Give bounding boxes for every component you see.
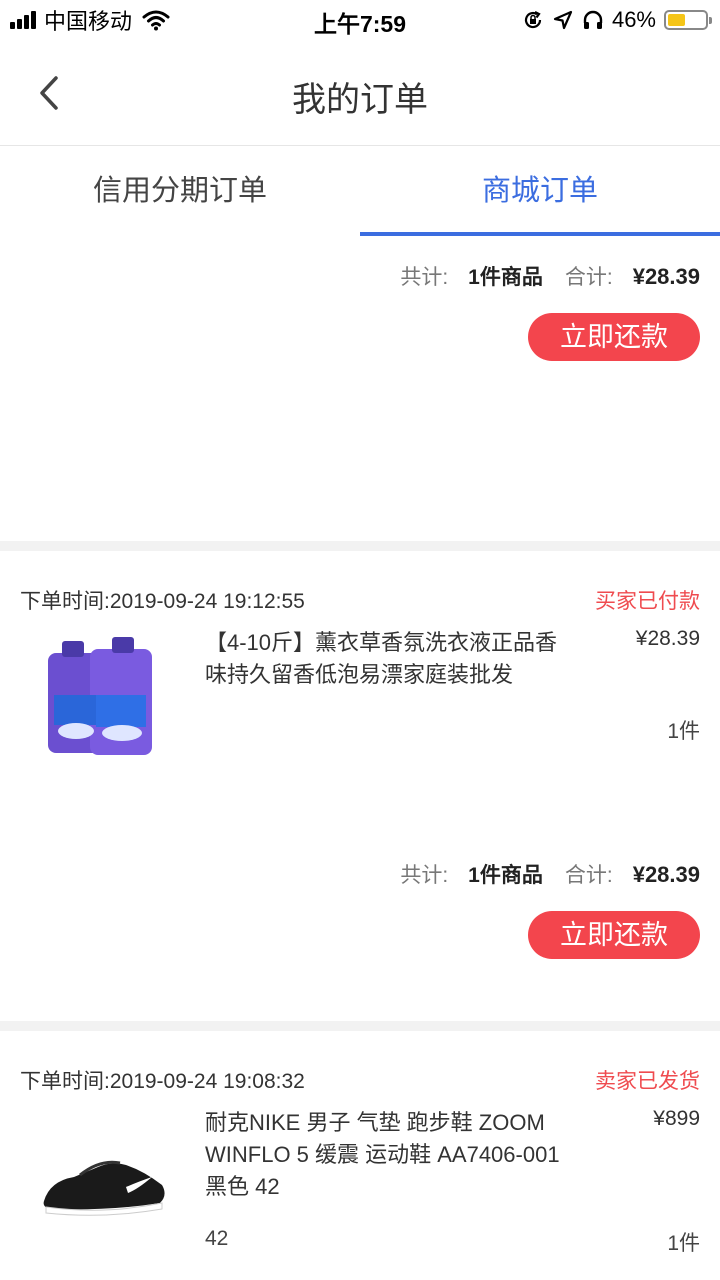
nav-bar: 我的订单 — [0, 40, 720, 146]
product-price: ¥899 — [653, 1107, 700, 1130]
rotation-lock-icon — [524, 11, 542, 29]
order-status: 卖家已发货 — [595, 1070, 700, 1093]
laundry-detergent-image — [48, 637, 152, 755]
repay-now-button[interactable]: 立即还款 — [528, 911, 700, 959]
order-time: 下单时间:2019-09-24 19:12:55 — [20, 590, 305, 613]
item-quantity: 1件 — [667, 720, 700, 743]
order-card[interactable]: 下单时间:2019-09-24 19:12:55 买家已付款 【4-10斤】薰衣… — [0, 551, 720, 1021]
battery-icon — [664, 10, 712, 30]
order-tabs: 信用分期订单 商城订单 — [0, 146, 720, 236]
order-summary: 共计: 1件商品 合计: ¥28.39 — [400, 859, 700, 889]
location-icon — [553, 10, 573, 30]
item-count: 1件商品 — [468, 864, 543, 887]
product-name[interactable]: 【4-10斤】薰衣草香氛洗衣液正品香味持久留香低泡易漂家庭装批发 — [205, 627, 565, 691]
product-price: ¥28.39 — [635, 627, 700, 650]
order-status: 买家已付款 — [595, 590, 700, 613]
item-count: 1件商品 — [468, 266, 543, 289]
order-summary: 共计: 1件商品 合计: ¥28.39 — [400, 261, 700, 291]
status-bar: 中国移动 上午7:59 46% — [0, 0, 720, 40]
page-title: 我的订单 — [292, 81, 428, 119]
product-spec: 42 — [205, 1227, 229, 1250]
item-quantity: 1件 — [667, 1232, 700, 1255]
product-name[interactable]: 耐克NIKE 男子 气垫 跑步鞋 ZOOM WINFLO 5 缓震 运动鞋 AA… — [205, 1107, 565, 1203]
tab-credit-installment-orders[interactable]: 信用分期订单 — [0, 146, 360, 236]
order-list[interactable]: 1件 共计: 1件商品 合计: ¥28.39 立即还款 下单时间:2019-09… — [0, 236, 720, 1280]
order-card[interactable]: 1件 共计: 1件商品 合计: ¥28.39 立即还款 — [0, 236, 720, 541]
order-total: ¥28.39 — [632, 862, 700, 887]
order-total: ¥28.39 — [632, 264, 700, 289]
tab-mall-orders[interactable]: 商城订单 — [360, 146, 720, 236]
repay-now-button[interactable]: 立即还款 — [528, 313, 700, 361]
headphones-icon — [583, 10, 603, 29]
battery-percent: 46% — [611, 7, 656, 32]
order-card[interactable]: 下单时间:2019-09-24 19:08:32 卖家已发货 耐克NIKE 男子… — [0, 1031, 720, 1280]
order-time: 下单时间:2019-09-24 19:08:32 — [20, 1070, 305, 1093]
running-shoe-image — [43, 1160, 165, 1216]
